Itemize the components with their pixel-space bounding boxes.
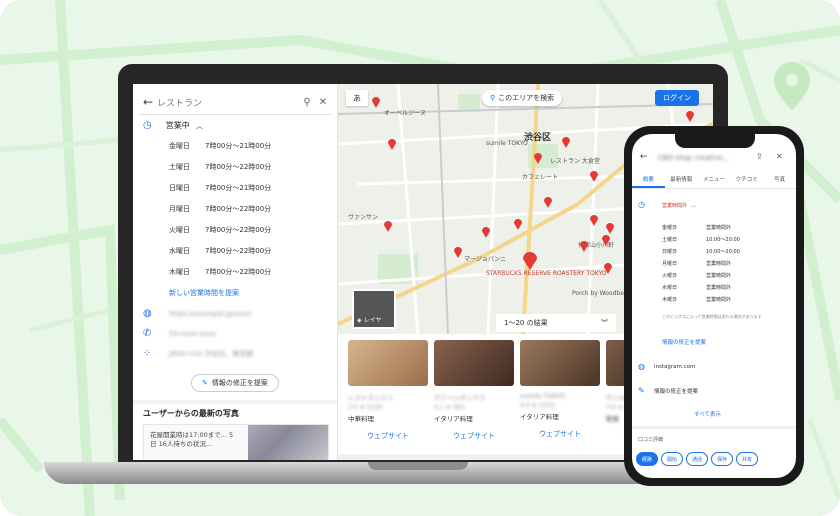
phone-icon: ✆: [143, 328, 152, 339]
search-box[interactable]: ← レストラン ⚲ ✕: [139, 90, 331, 115]
layer-toggle[interactable]: ◈ レイヤ: [352, 289, 396, 329]
phone-tabs: 概要 最新情報 メニュー クチコミ 写真: [632, 174, 796, 189]
login-button[interactable]: ログイン: [655, 90, 699, 106]
hours-status: 営業中: [165, 121, 190, 130]
phone-place-title: CBD shop creative...: [658, 154, 730, 162]
search-icon: ⚲: [490, 94, 496, 102]
phone-hours-row: 月曜日 営業時間外: [662, 261, 732, 267]
layers-icon: ◈: [357, 317, 362, 324]
globe-icon: ◍: [638, 362, 645, 371]
call-button[interactable]: 通話: [686, 452, 708, 466]
suggest-hours-link[interactable]: 新しい営業時間を提案: [169, 288, 239, 298]
phone-hours-row: 水曜日 営業時間外: [662, 285, 732, 291]
map-label: ヴァンサン: [348, 214, 379, 221]
save-button[interactable]: 保存: [711, 452, 733, 466]
start-button[interactable]: 開始: [661, 452, 683, 466]
divider: [133, 400, 337, 404]
hours-row: 水曜日 7時00分～22時00分: [169, 247, 272, 255]
hours-row: 日曜日 7時00分～21時00分: [169, 184, 272, 192]
laptop-notch: [368, 462, 468, 470]
search-this-area-button[interactable]: ⚲ このエリアを検索: [482, 90, 563, 106]
hours-row: 土曜日 7時00分～22時00分: [169, 163, 272, 171]
phone-hours-note: このビジネスによって営業時間は変わる場合があります: [662, 314, 762, 319]
map-label: STARBUCKS RESERVE ROASTERY TOKYO: [486, 270, 607, 277]
pencil-icon: ✎: [202, 379, 208, 387]
chevron-up-icon: ︿: [195, 121, 203, 130]
phone-website-row[interactable]: ◍ instagram.com: [638, 362, 695, 371]
phone-notch: [675, 134, 755, 148]
close-icon[interactable]: ✕: [776, 152, 783, 161]
phone-hours-row: 金曜日 営業時間外: [662, 225, 732, 231]
phone-hours-row: 火曜日 営業時間外: [662, 273, 732, 279]
hours-row: 木曜日 7時00分～22時00分: [169, 268, 272, 276]
card-photo[interactable]: [434, 340, 514, 386]
results-bar[interactable]: 1〜20 の結果 ︾: [496, 314, 616, 332]
result-card[interactable]: sumile TOKYO 4.0 ★ (210) イタリア料理 ウェブサイト: [520, 340, 600, 458]
phone-action-bar: 経路 開始 通話 保存 共有: [636, 452, 758, 466]
map-label: オーベルジーヌ: [384, 110, 427, 117]
close-icon[interactable]: ✕: [315, 97, 331, 108]
back-arrow-icon[interactable]: ←: [640, 152, 648, 162]
hours-row: 金曜日 7時00分～21時00分: [169, 142, 272, 150]
phone-screen: ← CBD shop creative... ⇪ ✕ 概要 最新情報 メニュー …: [632, 134, 796, 478]
tab-reviews[interactable]: クチコミ: [730, 174, 763, 188]
hours-row: 火曜日 7時00分～22時00分: [169, 226, 272, 234]
map-label: レストラン 大食堂: [550, 158, 600, 165]
phone-show-all-link[interactable]: すべて表示: [694, 410, 721, 418]
pencil-icon: ✎: [638, 386, 645, 395]
hero-illustration: ← レストラン ⚲ ✕ ◷ 営業中 ︿ 金曜日 7時00分～21時00分 土曜日 7…: [0, 0, 840, 516]
phone-hours-row: 土曜日 10:00～20:00: [662, 237, 740, 243]
chevron-down-icon[interactable]: ︾: [601, 318, 608, 328]
place-details-panel: ← レストラン ⚲ ✕ ◷ 営業中 ︿ 金曜日 7時00分～21時00分 土曜日 7…: [133, 84, 338, 460]
card-photo[interactable]: [348, 340, 428, 386]
phone-row[interactable]: ✆ 03-xxxx-xxxx: [143, 328, 216, 339]
photo-thumbnail[interactable]: [248, 425, 328, 460]
phone-hours-row: 木曜日 営業時間外: [662, 297, 732, 303]
pluscode-row[interactable]: ⁘ JMXX+XX 渋谷区、東京都: [143, 348, 253, 359]
tab-menu[interactable]: メニュー: [698, 174, 731, 188]
suggest-edit-button[interactable]: ✎ 情報の修正を提案: [191, 374, 279, 392]
share-button[interactable]: 共有: [736, 452, 758, 466]
map-label: カフェレート: [522, 174, 559, 181]
website-link[interactable]: ウェブサイト: [348, 431, 428, 441]
phone-hours-row: 日曜日 10:00～20:00: [662, 249, 740, 255]
pluscode-icon: ⁘: [143, 348, 152, 359]
phone-reviews-heading: 口コミ評価: [638, 437, 664, 443]
photos-heading: ユーザーからの最新の写真: [143, 409, 239, 418]
card-photo[interactable]: [520, 340, 600, 386]
result-card[interactable]: グリーンボックス 4.1 ★ (84) イタリア料理 ウェブサイト: [434, 340, 514, 458]
result-card[interactable]: レストランミリ 3.5 ★ (120) 中華料理 ウェブサイト: [348, 340, 428, 458]
map-label: マージョパンニ: [464, 256, 507, 263]
website-row[interactable]: ◍ https://example.jp/xxxx: [143, 308, 252, 319]
photo-card[interactable]: 花屋開業時は17:00まで... 5日 16人待ちの状況...: [143, 424, 329, 460]
tab-photos[interactable]: 写真: [763, 174, 796, 188]
globe-icon: ◍: [143, 308, 152, 319]
photo-caption: 花屋開業時は17:00まで... 5日 16人待ちの状況...: [150, 431, 234, 448]
map-label: 代官山小川軒: [578, 242, 615, 249]
website-link[interactable]: ウェブサイト: [434, 431, 514, 441]
language-button[interactable]: あ: [346, 90, 368, 106]
website-link[interactable]: ウェブサイト: [520, 429, 600, 439]
clock-icon: ◷: [143, 120, 152, 131]
hours-toggle[interactable]: ◷ 営業中 ︿: [143, 120, 203, 131]
back-arrow-icon[interactable]: ←: [139, 95, 157, 109]
search-icon[interactable]: ⚲: [299, 97, 315, 108]
phone-suggest-link[interactable]: 情報の修正を提案: [662, 338, 706, 346]
divider: [632, 426, 796, 429]
directions-button[interactable]: 経路: [636, 452, 658, 466]
tab-updates[interactable]: 最新情報: [665, 174, 698, 188]
search-input[interactable]: レストラン: [157, 96, 299, 109]
phone-edit-row[interactable]: ✎ 情報の修正を提案: [638, 386, 698, 395]
clock-icon: ◷: [638, 200, 645, 209]
map-label: 渋谷区: [524, 133, 552, 143]
share-icon[interactable]: ⇪: [756, 152, 763, 161]
map-label: sumile TOKYO: [486, 140, 528, 147]
phone-hours-status[interactable]: 営業時間外 ︿: [662, 202, 696, 209]
hours-row: 月曜日 7時00分～22時00分: [169, 205, 272, 213]
tab-overview[interactable]: 概要: [632, 174, 665, 188]
